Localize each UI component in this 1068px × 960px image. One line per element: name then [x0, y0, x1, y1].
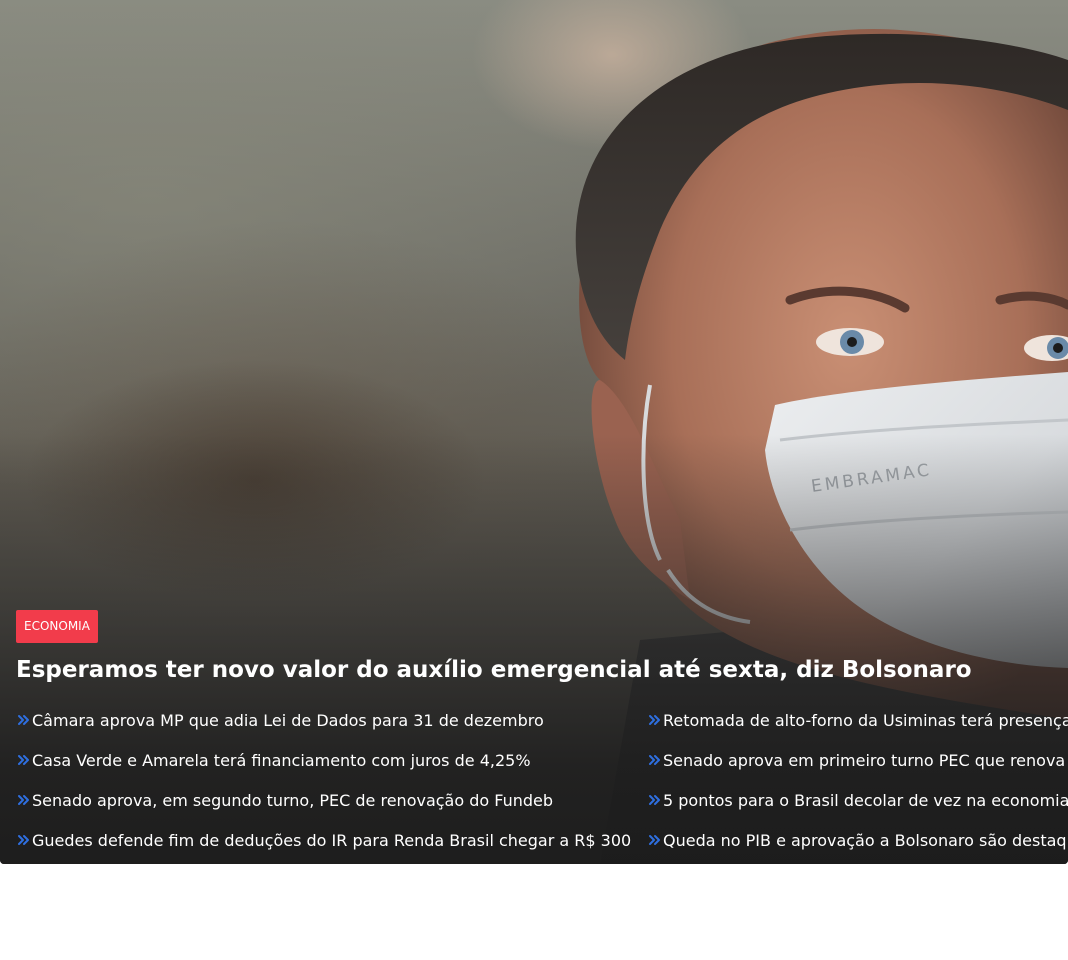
double-chevron-right-icon — [649, 795, 660, 805]
related-news-title: Senado aprova em primeiro turno PEC que … — [663, 750, 1066, 770]
related-news-link[interactable]: 5 pontos para o Brasil decolar de vez na… — [647, 780, 1068, 820]
related-news-link[interactable]: Câmara aprova MP que adia Lei de Dados p… — [16, 700, 647, 740]
related-news-title: Câmara aprova MP que adia Lei de Dados p… — [32, 710, 544, 730]
related-news-link[interactable]: Guedes defende fim de deduções do IR par… — [16, 820, 647, 860]
featured-news-hero[interactable]: EMBRAMAC ECONOMIA Esperamos ter novo val… — [0, 0, 1068, 864]
related-news-link[interactable]: Casa Verde e Amarela terá financiamento … — [16, 740, 647, 780]
hero-content: ECONOMIA Esperamos ter novo valor do aux… — [16, 610, 1068, 684]
double-chevron-right-icon — [649, 715, 660, 725]
related-news-link[interactable]: Queda no PIB e aprovação a Bolsonaro são… — [647, 820, 1068, 860]
double-chevron-right-icon — [18, 715, 29, 725]
double-chevron-right-icon — [649, 835, 660, 845]
related-news-link[interactable]: Retomada de alto-forno da Usiminas terá … — [647, 700, 1068, 740]
related-news-title: 5 pontos para o Brasil decolar de vez na… — [663, 790, 1068, 810]
related-news-title: Queda no PIB e aprovação a Bolsonaro são… — [663, 830, 1067, 850]
double-chevron-right-icon — [649, 755, 660, 765]
double-chevron-right-icon — [18, 835, 29, 845]
double-chevron-right-icon — [18, 795, 29, 805]
related-news-title: Casa Verde e Amarela terá financiamento … — [32, 750, 531, 770]
related-news-link[interactable]: Senado aprova, em segundo turno, PEC de … — [16, 780, 647, 820]
related-news-link[interactable]: Senado aprova em primeiro turno PEC que … — [647, 740, 1068, 780]
related-news-list: Câmara aprova MP que adia Lei de Dados p… — [16, 700, 1068, 860]
headline[interactable]: Esperamos ter novo valor do auxílio emer… — [16, 656, 1068, 684]
double-chevron-right-icon — [18, 755, 29, 765]
related-news-title: Retomada de alto-forno da Usiminas terá … — [663, 710, 1068, 730]
related-news-title: Senado aprova, em segundo turno, PEC de … — [32, 790, 554, 810]
related-news-title: Guedes defende fim de deduções do IR par… — [32, 830, 632, 850]
category-badge[interactable]: ECONOMIA — [16, 610, 98, 643]
